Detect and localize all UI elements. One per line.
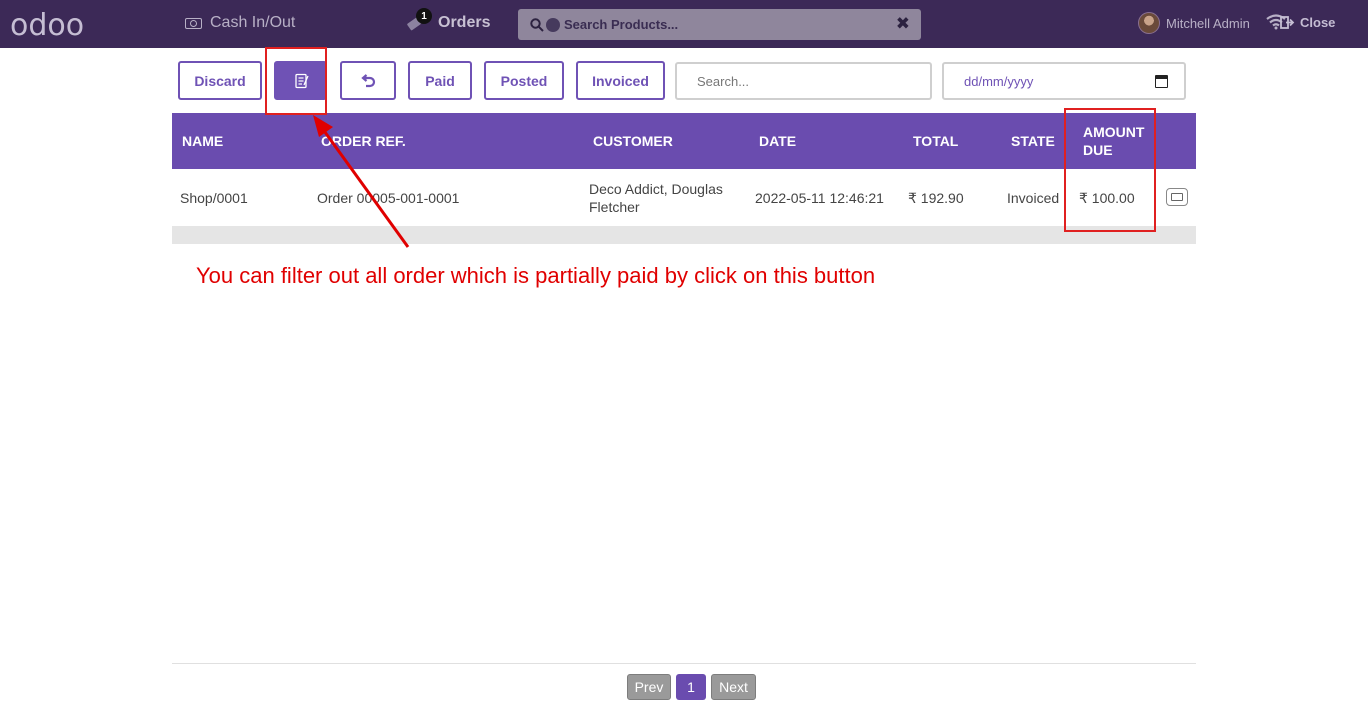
prev-page-button[interactable]: Prev bbox=[627, 674, 671, 700]
order-search-input[interactable]: Search... bbox=[675, 62, 932, 100]
close-label: Close bbox=[1300, 15, 1336, 30]
next-page-button[interactable]: Next bbox=[711, 674, 756, 700]
product-search-bar[interactable]: Search Products... ✖ bbox=[518, 9, 921, 40]
clear-search-icon[interactable]: ✖ bbox=[896, 14, 910, 34]
product-search-placeholder: Search Products... bbox=[564, 17, 679, 32]
cash-in-out-label: Cash In/Out bbox=[210, 14, 296, 31]
avatar bbox=[1138, 12, 1160, 34]
cell-customer: Deco Addict, Douglas Fletcher bbox=[589, 180, 723, 215]
discard-button[interactable]: Discard bbox=[178, 61, 262, 100]
cash-icon bbox=[185, 17, 202, 29]
search-icon bbox=[530, 17, 544, 32]
date-placeholder: dd/mm/yyyy bbox=[964, 73, 1034, 89]
date-filter-input[interactable]: dd/mm/yyyy bbox=[942, 62, 1186, 100]
close-button[interactable]: Close bbox=[1280, 15, 1335, 30]
cell-date: 2022-05-11 12:46:21 bbox=[755, 189, 884, 206]
orders-count-badge: 1 bbox=[416, 8, 432, 24]
cell-total: ₹ 192.90 bbox=[908, 189, 964, 206]
undo-icon bbox=[361, 73, 376, 87]
header-name: NAME bbox=[182, 133, 224, 149]
header-customer: CUSTOMER bbox=[593, 133, 673, 149]
sign-out-icon bbox=[1280, 16, 1295, 29]
orders-label: Orders bbox=[438, 14, 491, 31]
header-date: DATE bbox=[759, 133, 797, 149]
footer-divider bbox=[172, 663, 1196, 664]
highlight-filter-button bbox=[265, 47, 327, 115]
cell-state: Invoiced bbox=[1007, 189, 1060, 206]
orders-button[interactable]: 1 Orders bbox=[406, 8, 491, 32]
order-search-placeholder: Search... bbox=[697, 73, 750, 89]
pay-order-icon[interactable] bbox=[1166, 188, 1188, 206]
cell-name: Shop/0001 bbox=[180, 189, 248, 206]
cash-in-out-button[interactable]: Cash In/Out bbox=[185, 14, 295, 32]
user-menu[interactable]: Mitchell Admin bbox=[1138, 12, 1250, 34]
refund-filter-button[interactable] bbox=[340, 61, 396, 100]
calendar-icon[interactable] bbox=[1155, 75, 1168, 88]
user-name: Mitchell Admin bbox=[1166, 15, 1250, 31]
annotation-text: You can filter out all order which is pa… bbox=[196, 263, 876, 288]
invoiced-filter-button[interactable]: Invoiced bbox=[576, 61, 665, 100]
odoo-logo: odoo bbox=[10, 8, 85, 43]
top-navbar: odoo Cash In/Out 1 Orders Search Product… bbox=[0, 0, 1368, 48]
annotation-arrow bbox=[313, 115, 410, 248]
database-icon bbox=[546, 17, 560, 32]
ticket-icon: 1 bbox=[406, 8, 432, 32]
header-total: TOTAL bbox=[913, 133, 959, 149]
highlight-amount-due bbox=[1064, 108, 1156, 232]
paid-filter-button[interactable]: Paid bbox=[408, 61, 472, 100]
header-state: STATE bbox=[1011, 133, 1055, 149]
current-page-button[interactable]: 1 bbox=[676, 674, 706, 700]
posted-filter-button[interactable]: Posted bbox=[484, 61, 564, 100]
